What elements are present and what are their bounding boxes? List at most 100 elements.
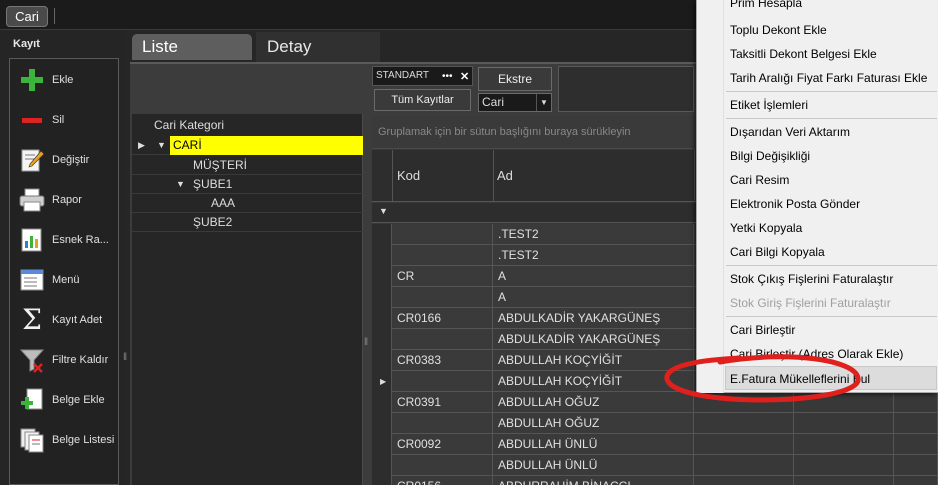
cell-kod[interactable]: [392, 371, 493, 392]
row-indicator[interactable]: [372, 455, 392, 476]
remove-filter-button[interactable]: Filtre Kaldır: [10, 340, 118, 380]
cell-empty[interactable]: [894, 413, 938, 434]
table-row[interactable]: CR0092 ABDULLAH ÜNLÜ: [372, 434, 938, 455]
tab-cari[interactable]: Cari: [6, 6, 48, 27]
cell-ad[interactable]: ABDURRAHİM BİNAÇCI: [493, 476, 694, 485]
cell-ad[interactable]: ABDULLAH KOÇYİĞİT: [493, 371, 694, 392]
chevron-down-icon[interactable]: ▼: [536, 94, 551, 111]
tree-node-sube1[interactable]: ▼ ŞUBE1: [132, 175, 363, 194]
cell-empty[interactable]: [894, 392, 938, 413]
row-indicator[interactable]: [372, 476, 392, 485]
middle-splitter-handle[interactable]: ‖: [364, 337, 368, 348]
cell-kod[interactable]: [392, 329, 493, 350]
row-indicator[interactable]: [372, 329, 392, 350]
row-indicator[interactable]: [372, 350, 392, 371]
table-row[interactable]: CR0391 ABDULLAH OĞUZ: [372, 392, 938, 413]
row-indicator[interactable]: [372, 308, 392, 329]
cell-kod[interactable]: CR0383: [392, 350, 493, 371]
account-type-select[interactable]: Cari ▼: [478, 93, 552, 112]
group-by-hint[interactable]: Gruplamak için bir sütun başlığını buray…: [372, 116, 694, 149]
cell-ad[interactable]: ABDULLAH OĞUZ: [493, 392, 694, 413]
column-divider[interactable]: [493, 150, 494, 202]
menu-button[interactable]: Menü: [10, 260, 118, 300]
add-document-button[interactable]: Belge Ekle: [10, 380, 118, 420]
menu-item-toplu-dekont-ekle[interactable]: Toplu Dekont Ekle: [730, 23, 827, 37]
column-header-kod[interactable]: Kod: [397, 168, 420, 183]
cell-kod[interactable]: [392, 245, 493, 266]
row-indicator[interactable]: [372, 434, 392, 455]
menu-item-cari-birlestir-adres[interactable]: Cari Birleştir (Adres Olarak Ekle): [730, 347, 903, 361]
cell-empty[interactable]: [794, 455, 894, 476]
cell-empty[interactable]: [694, 413, 794, 434]
cell-kod[interactable]: CR0166: [392, 308, 493, 329]
report-button[interactable]: Rapor: [10, 180, 118, 220]
cell-ad[interactable]: ABDULLAH ÜNLÜ: [493, 455, 694, 476]
cell-empty[interactable]: [794, 392, 894, 413]
cell-empty[interactable]: [794, 413, 894, 434]
row-indicator[interactable]: [372, 287, 392, 308]
cell-ad[interactable]: ABDULLAH OĞUZ: [493, 413, 694, 434]
cell-empty[interactable]: [794, 434, 894, 455]
cell-ad[interactable]: ABDULLAH ÜNLÜ: [493, 434, 694, 455]
cell-kod[interactable]: [392, 413, 493, 434]
column-divider[interactable]: [694, 150, 695, 202]
tree-node-aaa[interactable]: AAA: [132, 194, 363, 213]
table-row[interactable]: ABDULLAH ÜNLÜ: [372, 455, 938, 476]
row-indicator[interactable]: ▶: [372, 371, 392, 392]
delete-button[interactable]: Sil: [10, 100, 118, 140]
cell-empty[interactable]: [894, 434, 938, 455]
cell-kod[interactable]: CR0391: [392, 392, 493, 413]
cell-ad[interactable]: .TEST2: [493, 245, 694, 266]
menu-item-cari-bilgi-kopyala[interactable]: Cari Bilgi Kopyala: [730, 245, 825, 259]
cell-ad[interactable]: ABDULKADİR YAKARGÜNEŞ: [493, 329, 694, 350]
cell-empty[interactable]: [694, 392, 794, 413]
expand-icon[interactable]: ▼: [157, 140, 166, 150]
cell-kod[interactable]: [392, 287, 493, 308]
cell-ad[interactable]: ABDULLAH KOÇYİĞİT: [493, 350, 694, 371]
cell-kod[interactable]: [392, 455, 493, 476]
close-icon[interactable]: ✕: [460, 68, 469, 86]
row-indicator[interactable]: [372, 413, 392, 434]
row-indicator[interactable]: [372, 392, 392, 413]
cell-empty[interactable]: [694, 476, 794, 485]
menu-item-prim-hesapla[interactable]: Prim Hesapla: [730, 0, 802, 10]
record-count-button[interactable]: Σ Kayıt Adet: [10, 300, 118, 340]
menu-item-yetki-kopyala[interactable]: Yetki Kopyala: [730, 221, 802, 235]
more-icon[interactable]: •••: [442, 68, 453, 86]
cell-ad[interactable]: ABDULKADİR YAKARGÜNEŞ: [493, 308, 694, 329]
flexible-report-button[interactable]: Esnek Ra...: [10, 220, 118, 260]
document-list-button[interactable]: Belge Listesi: [10, 420, 118, 460]
menu-item-fiyat-farki-faturasi[interactable]: Tarih Aralığı Fiyat Farkı Faturası Ekle: [730, 71, 927, 85]
add-button[interactable]: Ekle: [10, 60, 118, 100]
cell-empty[interactable]: [694, 434, 794, 455]
cell-empty[interactable]: [794, 476, 894, 485]
cell-kod[interactable]: [392, 224, 493, 245]
menu-item-eposta-gonder[interactable]: Elektronik Posta Gönder: [730, 197, 860, 211]
cell-kod[interactable]: CR0092: [392, 434, 493, 455]
menu-item-bilgi-degisikligi[interactable]: Bilgi Değişikliği: [730, 149, 810, 163]
cell-kod[interactable]: CR0156: [392, 476, 493, 485]
row-indicator[interactable]: [372, 266, 392, 287]
all-records-button[interactable]: Tüm Kayıtlar: [374, 89, 471, 111]
cell-empty[interactable]: [894, 455, 938, 476]
menu-item-cari-birlestir[interactable]: Cari Birleştir: [730, 323, 795, 337]
column-header-ad[interactable]: Ad: [497, 168, 513, 183]
table-row[interactable]: ABDULLAH OĞUZ: [372, 413, 938, 434]
row-indicator[interactable]: [372, 224, 392, 245]
tree-node-cari[interactable]: ▶ ▼ CARİ: [132, 136, 363, 155]
menu-item-veri-aktarim[interactable]: Dışarıdan Veri Aktarım: [730, 125, 850, 139]
cell-empty[interactable]: [694, 455, 794, 476]
menu-item-stok-cikis-faturalastir[interactable]: Stok Çıkış Fişlerini Faturalaştır: [730, 272, 893, 286]
cell-empty[interactable]: [894, 476, 938, 485]
cell-kod[interactable]: CR: [392, 266, 493, 287]
edit-button[interactable]: Değiştir: [10, 140, 118, 180]
tab-detay[interactable]: Detay: [256, 32, 380, 62]
tree-node-sube2[interactable]: ŞUBE2: [132, 213, 363, 232]
tree-node-musteri[interactable]: MÜŞTERİ: [132, 156, 363, 175]
row-indicator[interactable]: [372, 245, 392, 266]
menu-item-efatura-mukellef-bul[interactable]: E.Fatura Mükelleflerini Bul: [730, 372, 870, 386]
expand-icon[interactable]: ▼: [176, 179, 185, 189]
statement-button[interactable]: Ekstre: [478, 67, 552, 91]
menu-item-etiket-islemleri[interactable]: Etiket İşlemleri: [730, 98, 808, 112]
layout-selector[interactable]: STANDART ••• ✕: [372, 66, 473, 86]
